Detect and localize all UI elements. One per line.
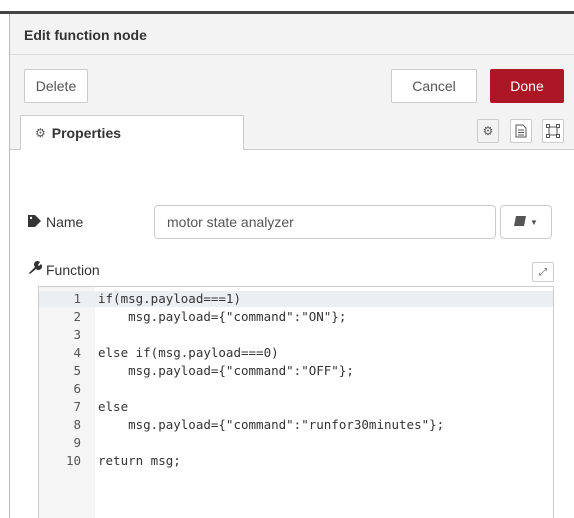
- function-label-text: Function: [46, 261, 100, 278]
- library-button[interactable]: ▼: [500, 205, 552, 239]
- appearance-icon[interactable]: [542, 119, 564, 143]
- properties-panel: Name motor state analyzer ▼ Function ⤢ 1…: [10, 150, 574, 518]
- code-line[interactable]: 7 else: [39, 399, 553, 415]
- code-line[interactable]: 8 msg.payload={"command":"runfor30minute…: [39, 417, 553, 433]
- code-line[interactable]: 10 return msg;: [39, 453, 553, 469]
- gear-icon: ⚙: [35, 126, 46, 140]
- tab-properties-label: Properties: [51, 125, 122, 141]
- delete-button[interactable]: Delete: [24, 69, 88, 103]
- code-text: msg.payload={"command":"ON"};: [98, 309, 347, 324]
- code-line[interactable]: 6: [39, 381, 553, 397]
- line-number: 4: [73, 345, 81, 360]
- wrench-icon: [28, 260, 43, 278]
- line-number: 9: [73, 435, 81, 450]
- code-text: else: [98, 399, 129, 414]
- code-text: return msg;: [98, 453, 181, 468]
- tab-properties[interactable]: ⚙ Properties: [20, 115, 244, 151]
- code-line[interactable]: 2 msg.payload={"command":"ON"};: [39, 309, 553, 325]
- code-line[interactable]: 9: [39, 435, 553, 451]
- name-label: Name: [28, 214, 83, 230]
- line-number: 10: [65, 453, 81, 468]
- expand-editor-button[interactable]: ⤢: [532, 262, 554, 282]
- tab-bar: ⚙ Properties ⚙: [10, 112, 574, 151]
- code-text: msg.payload={"command":"runfor30minutes"…: [98, 417, 445, 432]
- code-editor[interactable]: 1 if(msg.payload===1) 2 msg.payload={"comm…: [38, 286, 554, 518]
- function-label: Function: [28, 260, 100, 278]
- tray-header: Edit function node: [10, 14, 574, 55]
- code-text: if(msg.payload===1): [98, 291, 241, 306]
- line-number: 7: [73, 399, 81, 414]
- code-text: msg.payload={"command":"OFF"};: [98, 363, 354, 378]
- name-input[interactable]: motor state analyzer: [154, 205, 496, 239]
- description-icon[interactable]: [510, 119, 532, 143]
- line-number: 5: [73, 363, 81, 378]
- code-line[interactable]: 1 if(msg.payload===1): [39, 291, 553, 307]
- gear-icon[interactable]: ⚙: [477, 119, 499, 143]
- line-number: 2: [73, 309, 81, 324]
- line-number: 8: [73, 417, 81, 432]
- line-number: 6: [73, 381, 81, 396]
- name-label-text: Name: [46, 214, 84, 230]
- cancel-button[interactable]: Cancel: [391, 69, 477, 103]
- node-appearance-icon: [546, 124, 560, 138]
- window-top-bar: [0, 0, 574, 14]
- code-line[interactable]: 4 else if(msg.payload===0): [39, 345, 553, 361]
- code-line[interactable]: 3: [39, 327, 553, 343]
- done-button[interactable]: Done: [490, 69, 564, 103]
- code-text: else if(msg.payload===0): [98, 345, 279, 360]
- tag-icon: [28, 214, 42, 230]
- chevron-down-icon: ▼: [530, 217, 538, 227]
- line-number: 1: [73, 291, 81, 306]
- edit-tray: Edit function node Delete Cancel Done ⚙ …: [9, 14, 574, 518]
- name-row: Name motor state analyzer ▼: [28, 205, 558, 241]
- book-icon: [514, 215, 527, 229]
- code-line[interactable]: 5 msg.payload={"command":"OFF"};: [39, 363, 553, 379]
- expand-icon: ⤢: [539, 266, 547, 278]
- document-icon: [515, 124, 527, 138]
- line-number: 3: [73, 327, 81, 342]
- tray-title: Edit function node: [24, 27, 147, 43]
